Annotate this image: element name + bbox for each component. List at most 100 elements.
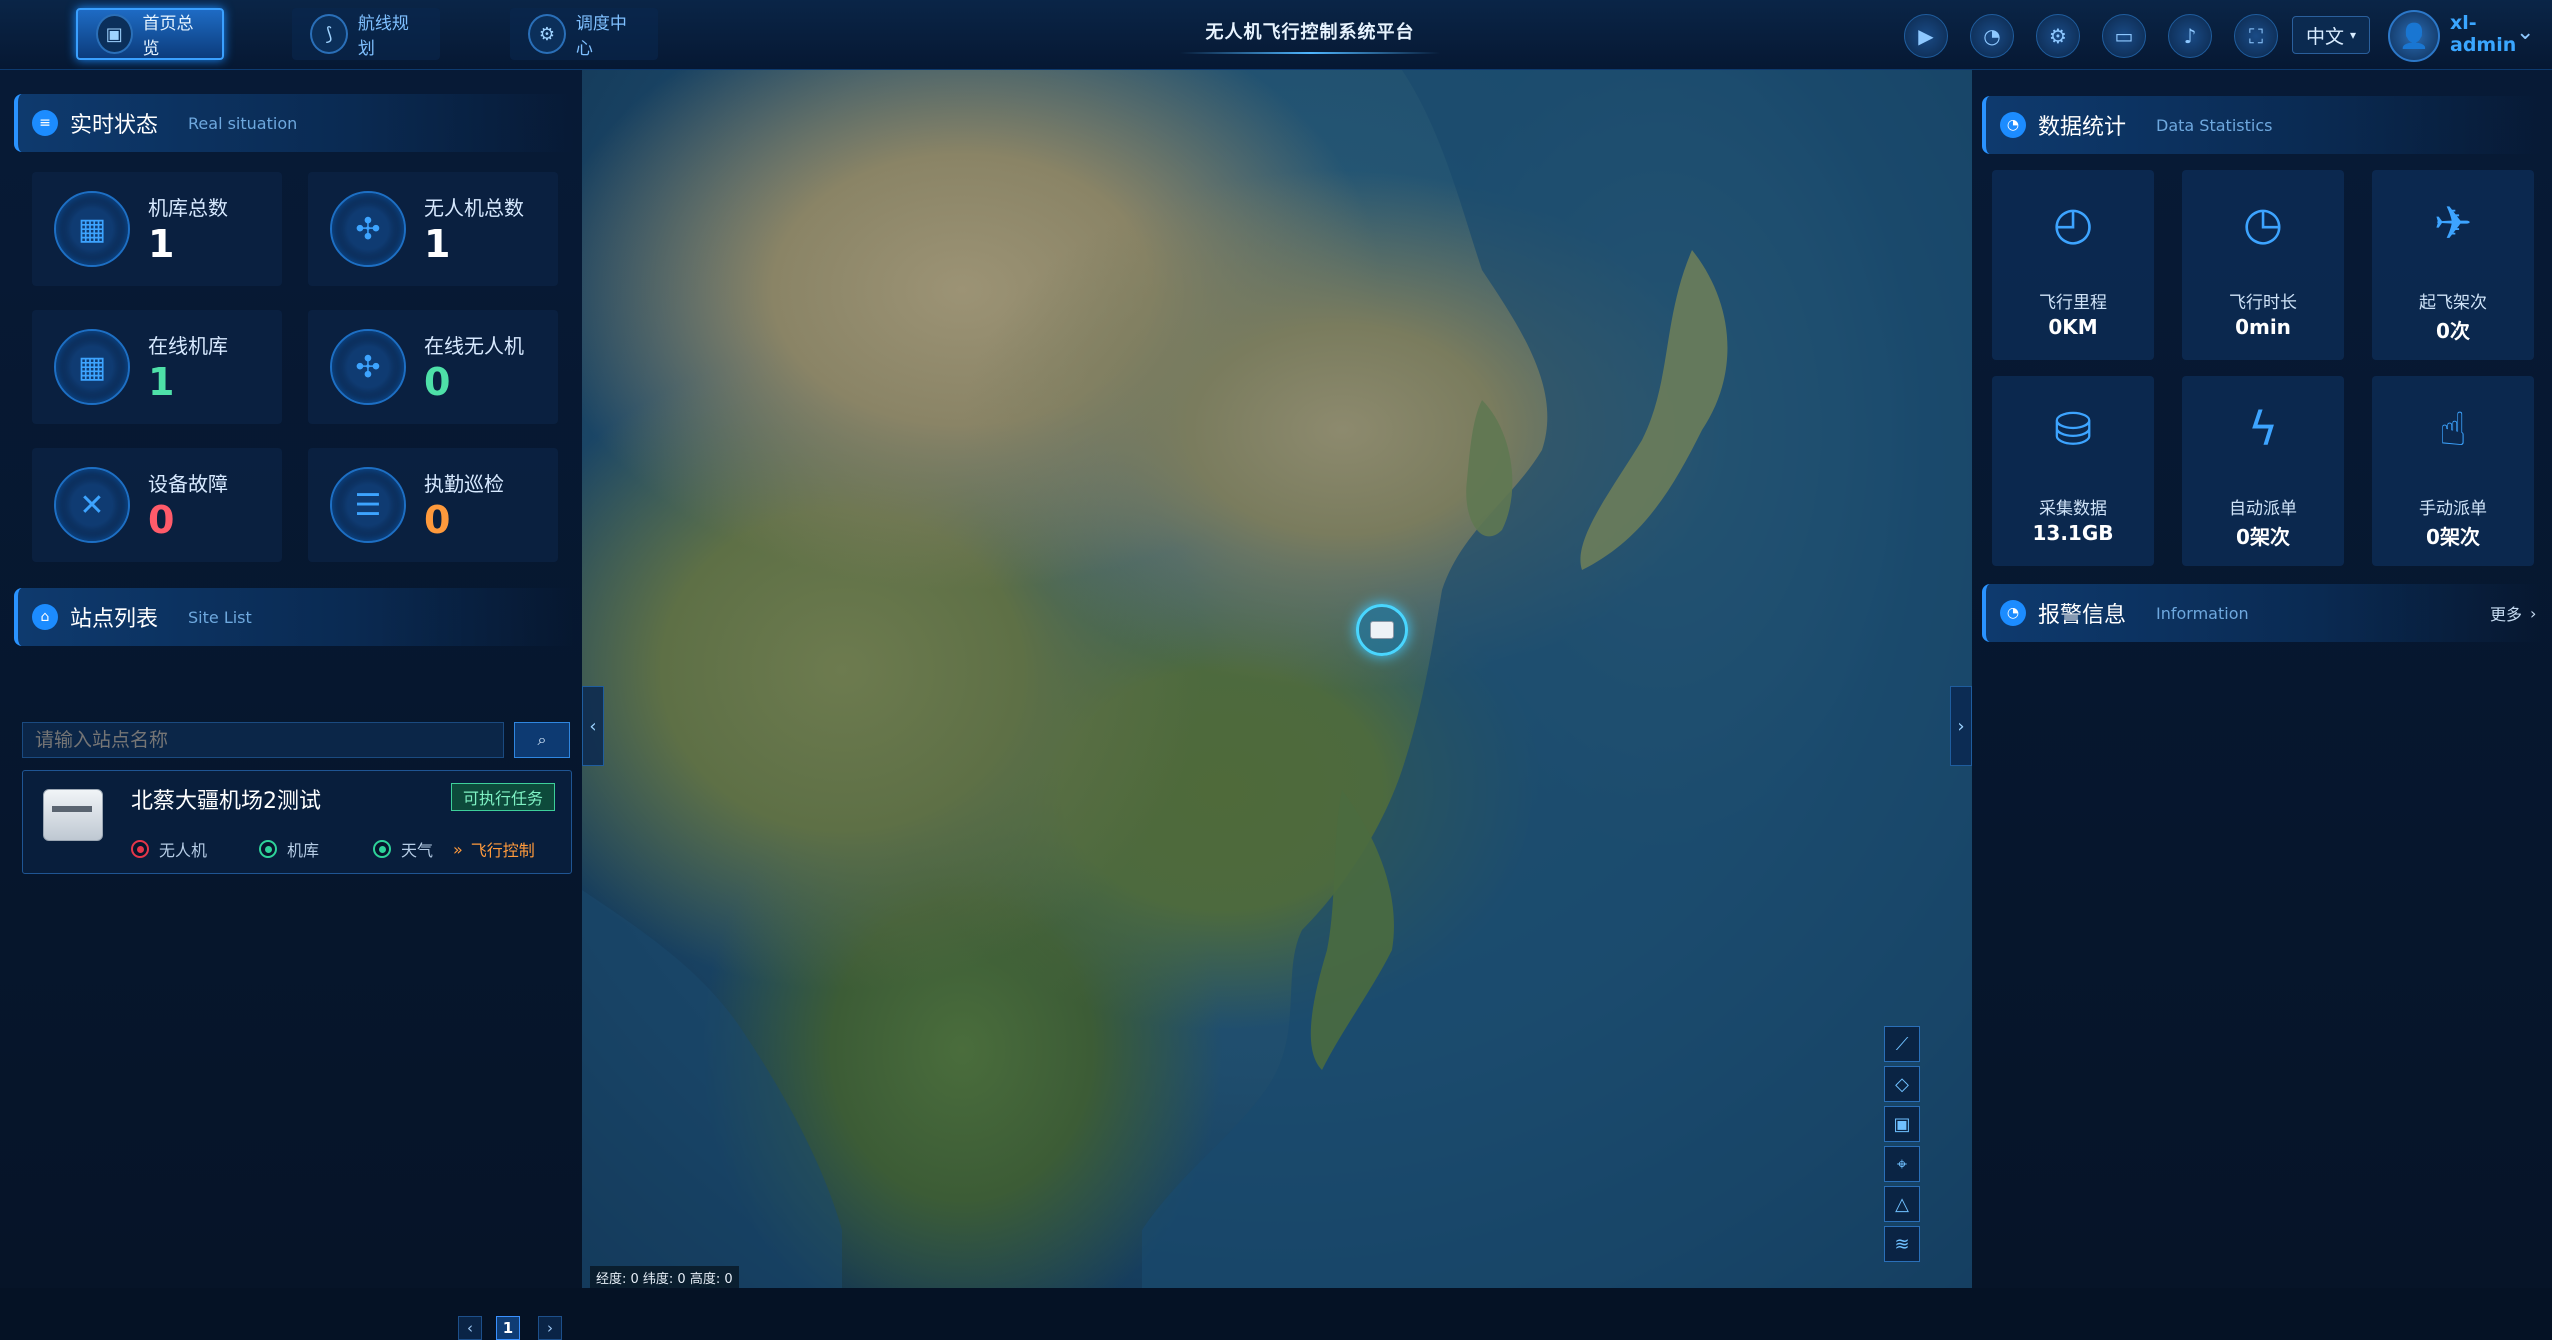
left-panel: ≡ 实时状态 Real situation ▦ 机库总数 1 ✣ 无人机总数 1 ▦… [0, 70, 582, 1340]
stat-value: 0KM [2048, 315, 2098, 339]
stat-collected-data: ⛁ 采集数据 13.1GB [1992, 376, 2154, 566]
status-badge: 可执行任务 [451, 783, 555, 811]
flight-control-label: 飞行控制 [470, 841, 535, 860]
site-list-item[interactable]: 北蔡大疆机场2测试 可执行任务 无人机 机库 天气 » 飞行控制 [22, 770, 572, 874]
app-title: 无人机飞行控制系统平台 [1160, 0, 1460, 62]
status-dot-icon [131, 840, 149, 858]
layers-icon[interactable]: ≋ [1884, 1226, 1920, 1262]
tab-route-planning[interactable]: ⟆ 航线规划 [292, 8, 440, 60]
speedometer-icon: ◴ [2052, 196, 2094, 250]
collapse-left-panel-button[interactable]: ‹ [582, 686, 604, 766]
user-icon: 👤 [2399, 22, 2429, 50]
stat-takeoff-count: ✈ 起飞架次 0次 [2372, 170, 2534, 360]
site-marker[interactable] [1356, 604, 1408, 656]
search-button[interactable]: ⌕ [514, 722, 570, 758]
database-icon: ⛁ [2053, 402, 2093, 456]
stat-value: 0 [424, 497, 451, 542]
pagination-next-button[interactable]: › [538, 1316, 562, 1340]
section-title: 站点列表 [70, 607, 159, 632]
double-chevron-right-icon: » [453, 839, 463, 859]
section-subtitle: Site List [188, 607, 252, 627]
navigate-icon[interactable]: ⌖ [1884, 1146, 1920, 1182]
pagination-current-page[interactable]: 1 [496, 1316, 520, 1340]
section-title: 数据统计 [2038, 115, 2127, 140]
stat-label: 自动派单 [2229, 499, 2297, 519]
clock-icon: ◷ [2242, 196, 2284, 250]
map-imagery [582, 70, 1972, 1288]
chevron-right-icon: › [2530, 603, 2537, 623]
right-panel: ◔ 数据统计 Data Statistics ◴ 飞行里程 0KM ◷ 飞行时长… [1972, 70, 2552, 1288]
stat-label: 在线机库 [148, 333, 228, 358]
data-statistics-header: ◔ 数据统计 Data Statistics [1982, 96, 2542, 154]
stat-label: 飞行里程 [2039, 293, 2107, 313]
tab-home-overview[interactable]: ▣ 首页总览 [76, 8, 224, 60]
stat-drone-online: ✣ 在线无人机 0 [308, 310, 558, 424]
hangar-status: 机库 [259, 837, 319, 861]
flight-control-link[interactable]: » 飞行控制 [453, 837, 535, 861]
polygon-icon[interactable]: ◇ [1884, 1066, 1920, 1102]
chart-icon: ◔ [2000, 112, 2026, 138]
more-link[interactable]: 更多 › [2490, 584, 2536, 642]
clock-icon[interactable]: ◔ [1970, 14, 2014, 58]
map-view[interactable]: ‹ › ⟋ ◇ ▣ ⌖ △ ≋ 经度: 0 纬度: 0 高度: 0 [582, 70, 1972, 1288]
section-subtitle: Data Statistics [2156, 115, 2273, 135]
section-subtitle: Information [2156, 603, 2249, 623]
stat-label: 设备故障 [148, 471, 228, 496]
top-bar: ▣ 首页总览 ⟆ 航线规划 ⚙ 调度中心 无人机飞行控制系统平台 ▶ ◔ ⚙ ▭… [0, 0, 2552, 70]
section-subtitle: Real situation [188, 113, 298, 133]
monitor-icon[interactable]: ▭ [2102, 14, 2146, 58]
status-dot-icon [259, 840, 277, 858]
stat-label: 无人机总数 [424, 195, 524, 220]
site-name: 北蔡大疆机场2测试 [131, 789, 321, 814]
tab-label: 首页总览 [142, 14, 194, 59]
tools-icon: ✕ [54, 467, 130, 543]
status-label: 机库 [287, 841, 320, 860]
tab-label: 调度中心 [575, 14, 627, 59]
avatar[interactable]: 👤 [2388, 10, 2440, 62]
language-select[interactable]: 中文 ▾ [2292, 16, 2370, 54]
status-dot-icon [373, 840, 391, 858]
patrol-icon: ☰ [330, 467, 406, 543]
video-icon[interactable]: ▶ [1904, 14, 1948, 58]
hangar-icon: ▦ [54, 329, 130, 405]
collapse-right-panel-button[interactable]: › [1950, 686, 1972, 766]
username[interactable]: xl-admin [2450, 12, 2516, 56]
stat-value: 1 [148, 359, 175, 404]
stat-value: 0架次 [2236, 525, 2290, 549]
pagination-prev-button[interactable]: ‹ [458, 1316, 482, 1340]
chevron-left-icon: ‹ [589, 715, 597, 737]
bell-icon[interactable]: ♪ [2168, 14, 2212, 58]
stat-flight-distance: ◴ 飞行里程 0KM [1992, 170, 2154, 360]
stat-drone-total: ✣ 无人机总数 1 [308, 172, 558, 286]
stat-value: 1 [424, 221, 451, 266]
chevron-down-icon[interactable]: ⌄ [2516, 20, 2534, 45]
ruler-icon[interactable]: ⟋ [1884, 1026, 1920, 1062]
drone-icon: ✣ [330, 329, 406, 405]
terrain-icon[interactable]: △ [1884, 1186, 1920, 1222]
stat-label: 执勤巡检 [424, 471, 504, 496]
tab-label: 航线规划 [357, 14, 409, 59]
stat-label: 手动派单 [2419, 499, 2487, 519]
site-search-input[interactable] [22, 722, 504, 758]
home-icon: ⌂ [32, 604, 58, 630]
area-icon[interactable]: ▣ [1884, 1106, 1920, 1142]
section-title: 报警信息 [2038, 603, 2127, 628]
stat-auto-dispatch: ϟ 自动派单 0架次 [2182, 376, 2344, 566]
stat-value: 0min [2235, 315, 2291, 339]
chevron-right-icon: › [1957, 715, 1965, 737]
database-icon: ≡ [32, 110, 58, 136]
lightning-icon: ϟ [2247, 402, 2279, 456]
takeoff-icon: ✈ [2433, 196, 2473, 250]
hangar-icon: ▦ [54, 191, 130, 267]
alarm-header: ◔ 报警信息 Information 更多 › [1982, 584, 2542, 642]
settings-icon[interactable]: ⚙ [2036, 14, 2080, 58]
chevron-left-icon: ‹ [467, 1319, 473, 1337]
tab-dispatch-center[interactable]: ⚙ 调度中心 [510, 8, 658, 60]
dock-image [43, 789, 103, 841]
stat-label: 起飞架次 [2419, 293, 2487, 313]
drone-status: 无人机 [131, 837, 207, 861]
stat-label: 飞行时长 [2229, 293, 2297, 313]
stat-value: 0架次 [2426, 525, 2480, 549]
fullscreen-icon[interactable]: ⛶ [2234, 14, 2278, 58]
hand-pointer-icon: ☝ [2438, 402, 2467, 456]
